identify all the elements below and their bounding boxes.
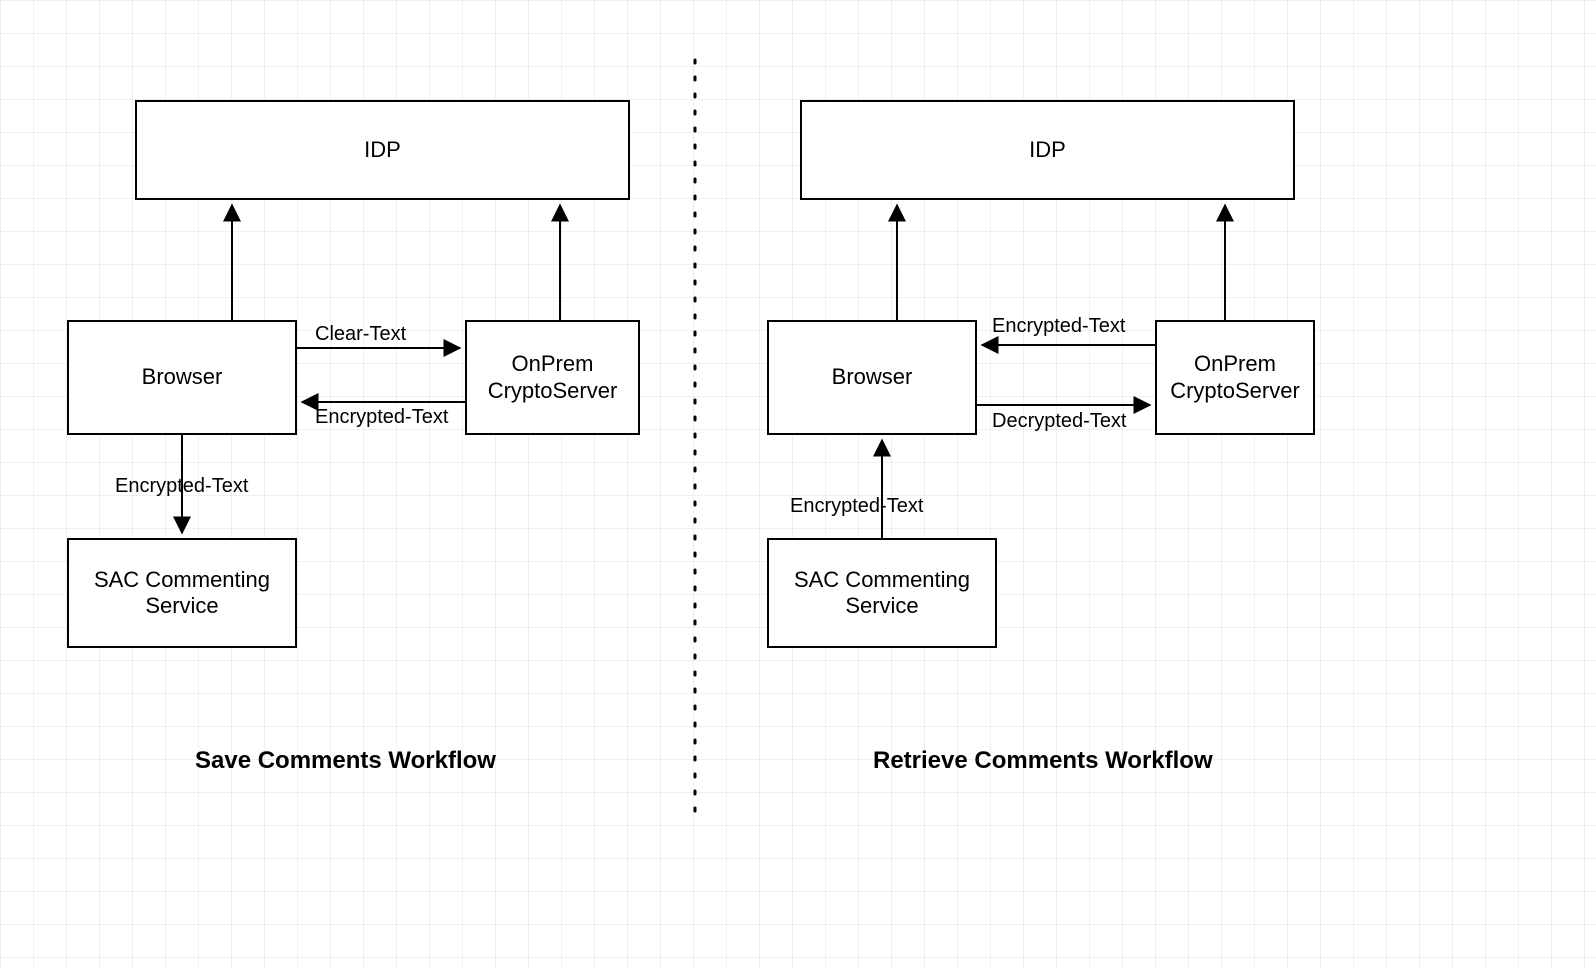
right-crypto-label: OnPrem CryptoServer: [1161, 351, 1309, 404]
left-workflow-title: Save Comments Workflow: [195, 747, 496, 775]
right-browser-box: Browser: [767, 320, 977, 435]
left-browser-box: Browser: [67, 320, 297, 435]
left-sac-box: SAC Commenting Service: [67, 538, 297, 648]
right-sac-label: SAC Commenting Service: [773, 567, 991, 620]
left-crypto-box: OnPrem CryptoServer: [465, 320, 640, 435]
right-edge-encrypted-up-label: Encrypted-Text: [790, 495, 923, 518]
right-idp-box: IDP: [800, 100, 1295, 200]
left-browser-label: Browser: [142, 364, 223, 390]
right-edge-decrypted-label: Decrypted-Text: [992, 410, 1127, 433]
left-edge-encrypted-down-label: Encrypted-Text: [115, 475, 248, 498]
left-edge-clear-text-label: Clear-Text: [315, 323, 406, 346]
left-idp-box: IDP: [135, 100, 630, 200]
right-idp-label: IDP: [1029, 137, 1066, 163]
right-sac-box: SAC Commenting Service: [767, 538, 997, 648]
right-browser-label: Browser: [832, 364, 913, 390]
left-sac-label: SAC Commenting Service: [73, 567, 291, 620]
left-edge-encrypted-return-label: Encrypted-Text: [315, 406, 448, 429]
right-edge-encrypted-top-label: Encrypted-Text: [992, 315, 1125, 338]
left-idp-label: IDP: [364, 137, 401, 163]
diagram-canvas: IDP Browser OnPrem CryptoServer SAC Comm…: [0, 0, 1596, 968]
left-crypto-label: OnPrem CryptoServer: [471, 351, 634, 404]
right-workflow-title: Retrieve Comments Workflow: [873, 747, 1213, 775]
right-crypto-box: OnPrem CryptoServer: [1155, 320, 1315, 435]
